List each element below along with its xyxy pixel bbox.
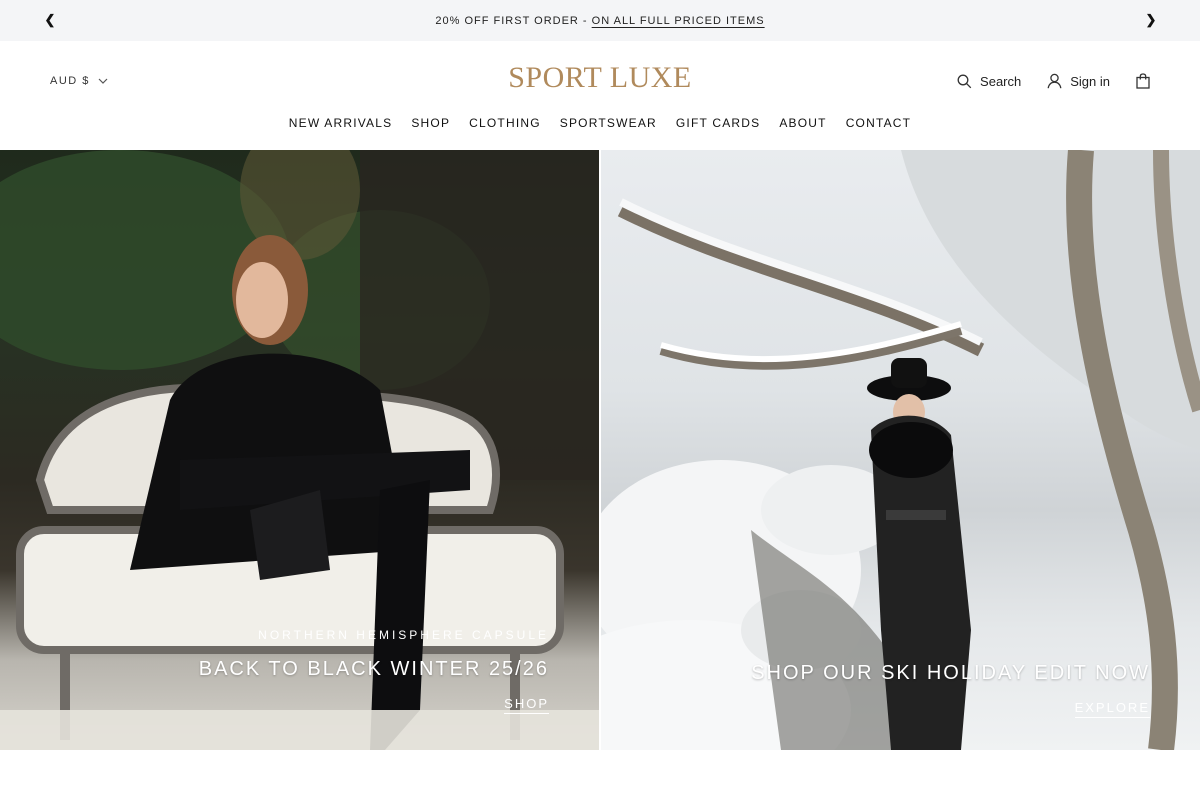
search-icon	[957, 74, 972, 88]
announcement-link[interactable]: ON ALL FULL PRICED ITEMS	[592, 15, 765, 27]
shopping-bag-icon	[1136, 73, 1150, 89]
nav-item-contact[interactable]: CONTACT	[846, 116, 912, 130]
announcement-message: 20% OFF FIRST ORDER - ON ALL FULL PRICED…	[435, 15, 764, 27]
hero-panel-ski[interactable]: SHOP OUR SKI HOLIDAY EDIT NOW EXPLORE	[601, 150, 1200, 750]
nav-item-sportswear[interactable]: SPORTSWEAR	[560, 116, 657, 130]
cart-button[interactable]	[1136, 73, 1150, 89]
hero-left-headline: BACK TO BLACK WINTER 25/26	[198, 658, 549, 680]
nav-item-gift-cards[interactable]: GIFT CARDS	[676, 116, 760, 130]
nav-item-new-arrivals[interactable]: NEW ARRIVALS	[289, 116, 393, 130]
hero-right-headline: SHOP OUR SKI HOLIDAY EDIT NOW	[751, 662, 1150, 684]
nav-item-about[interactable]: ABOUT	[779, 116, 826, 130]
hero-left-kicker: NORTHERN HEMISPHERE CAPSULE	[258, 628, 549, 642]
hero-image-model-in-snow	[601, 150, 1200, 750]
announcement-text: 20% OFF FIRST ORDER -	[435, 14, 592, 27]
hero-left-caption: NORTHERN HEMISPHERE CAPSULE BACK TO BLAC…	[199, 628, 549, 714]
chevron-right-icon[interactable]: ❯	[1141, 10, 1161, 30]
search-button[interactable]: Search	[957, 74, 1021, 89]
announcement-bar: ❮ 20% OFF FIRST ORDER - ON ALL FULL PRIC…	[0, 0, 1200, 41]
explore-link[interactable]: EXPLORE	[1074, 700, 1150, 718]
site-header: AUD $ SPORT LUXE Search Sign in NEW ARRI…	[0, 41, 1200, 150]
brand-logo[interactable]: SPORT LUXE	[500, 61, 700, 95]
currency-selector[interactable]: AUD $	[50, 75, 108, 87]
hero-panel-winter[interactable]: NORTHERN HEMISPHERE CAPSULE BACK TO BLAC…	[0, 150, 599, 750]
chevron-down-icon	[98, 78, 108, 84]
nav-item-clothing[interactable]: CLOTHING	[469, 116, 541, 130]
currency-label: AUD $	[50, 75, 90, 87]
header-utilities: Search Sign in	[957, 73, 1150, 89]
chevron-left-icon[interactable]: ❮	[40, 10, 60, 30]
main-navigation: NEW ARRIVALS SHOP CLOTHING SPORTSWEAR GI…	[0, 116, 1200, 130]
nav-item-shop[interactable]: SHOP	[411, 116, 450, 130]
search-label: Search	[980, 73, 1022, 89]
hero-banner: NORTHERN HEMISPHERE CAPSULE BACK TO BLAC…	[0, 150, 1200, 750]
user-icon	[1047, 73, 1062, 89]
shop-link[interactable]: SHOP	[504, 696, 549, 714]
sign-in-button[interactable]: Sign in	[1047, 73, 1110, 89]
sign-in-label: Sign in	[1070, 73, 1110, 89]
hero-right-caption: SHOP OUR SKI HOLIDAY EDIT NOW EXPLORE	[751, 662, 1150, 718]
